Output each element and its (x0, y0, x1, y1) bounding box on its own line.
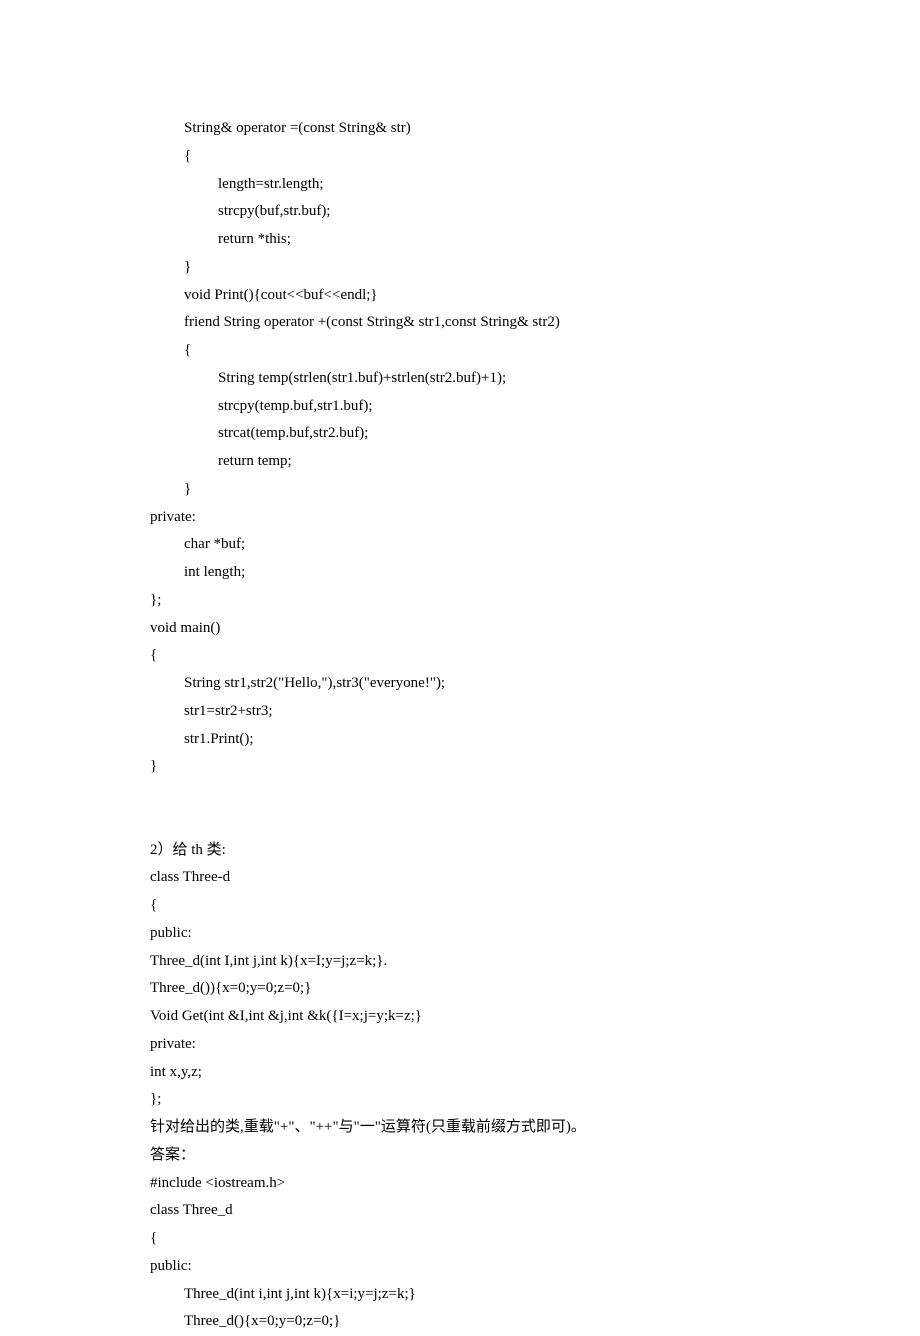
code-line: str1=str2+str3; (150, 698, 770, 726)
code-line: }; (150, 587, 770, 615)
code-line: char *buf; (150, 531, 770, 559)
code-line: { (150, 337, 770, 365)
code-line: private: (150, 1031, 770, 1059)
code-line: void Print(){cout<<buf<<endl;} (150, 282, 770, 310)
code-line: Three_d(int i,int j,int k){x=i;y=j;z=k;} (150, 1281, 770, 1309)
code-line: public: (150, 1253, 770, 1281)
code-line (150, 809, 770, 837)
code-line: return *this; (150, 226, 770, 254)
code-line: { (150, 642, 770, 670)
code-line: str1.Print(); (150, 726, 770, 754)
code-line: { (150, 143, 770, 171)
code-line: void main() (150, 615, 770, 643)
code-line: class Three-d (150, 864, 770, 892)
code-line: Three_d(){x=0;y=0;z=0;} (150, 1308, 770, 1336)
code-line: }; (150, 1086, 770, 1114)
code-line: } (150, 254, 770, 282)
code-line: class Three_d (150, 1197, 770, 1225)
code-line: #include <iostream.h> (150, 1170, 770, 1198)
code-line: Three_d(int I,int j,int k){x=I;y=j;z=k;}… (150, 948, 770, 976)
code-line: String& operator =(const String& str) (150, 115, 770, 143)
code-line: 2）给 th 类: (150, 837, 770, 865)
document-content: String& operator =(const String& str){le… (150, 115, 770, 1336)
code-line: length=str.length; (150, 171, 770, 199)
code-line: Three_d()){x=0;y=0;z=0;} (150, 975, 770, 1003)
code-line: int x,y,z; (150, 1059, 770, 1087)
code-line: private: (150, 504, 770, 532)
code-line: strcpy(temp.buf,str1.buf); (150, 393, 770, 421)
code-line: public: (150, 920, 770, 948)
code-line: 针对给出的类,重载"+"、"++"与"一"运算符(只重载前缀方式即可)。 (150, 1114, 770, 1142)
code-line: int length; (150, 559, 770, 587)
code-line: } (150, 476, 770, 504)
code-line: strcpy(buf,str.buf); (150, 198, 770, 226)
code-line: } (150, 753, 770, 781)
code-line: String temp(strlen(str1.buf)+strlen(str2… (150, 365, 770, 393)
code-line: Void Get(int &I,int &j,int &k({I=x;j=y;k… (150, 1003, 770, 1031)
code-line: 答案： (150, 1142, 770, 1170)
code-line: { (150, 892, 770, 920)
code-line: friend String operator +(const String& s… (150, 309, 770, 337)
code-line (150, 781, 770, 809)
code-line: String str1,str2("Hello,"),str3("everyon… (150, 670, 770, 698)
code-line: return temp; (150, 448, 770, 476)
code-line: { (150, 1225, 770, 1253)
code-line: strcat(temp.buf,str2.buf); (150, 420, 770, 448)
